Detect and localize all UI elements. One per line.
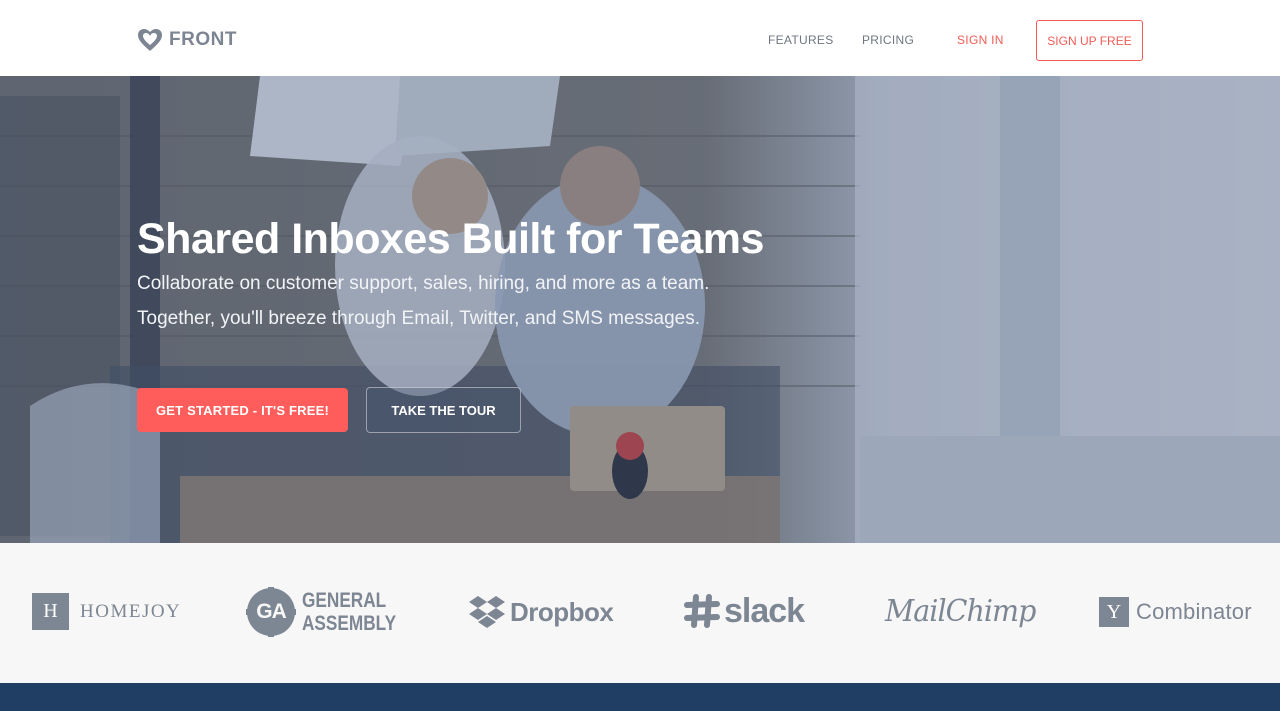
front-logo[interactable]: FRONT xyxy=(137,28,237,52)
signup-button[interactable]: SIGN UP FREE xyxy=(1036,20,1143,61)
top-navbar: FRONT FEATURES PRICING SIGN IN SIGN UP F… xyxy=(0,0,1280,76)
general-assembly-logo: GA GENERAL ASSEMBLY xyxy=(246,587,417,637)
get-started-button[interactable]: GET STARTED - IT'S FREE! xyxy=(137,388,348,432)
homejoy-name: HOMEJOY xyxy=(80,600,182,622)
slack-hash-icon xyxy=(684,594,720,628)
hero-subtitle-line2: Together, you'll breeze through Email, T… xyxy=(137,308,701,329)
ga-gear-icon: GA xyxy=(246,587,296,637)
hero-section: Shared Inboxes Built for Teams Collabora… xyxy=(0,76,1280,543)
ga-wordmark: GENERAL ASSEMBLY xyxy=(302,589,397,635)
hero-subtitle-line1: Collaborate on customer support, sales, … xyxy=(137,273,710,294)
brand-name: FRONT xyxy=(169,29,237,50)
dropbox-icon xyxy=(469,595,505,628)
mailchimp-logo: MailChimp xyxy=(885,591,1043,631)
slack-name: slack xyxy=(724,591,805,630)
next-section-band xyxy=(0,683,1280,711)
homejoy-mark: H xyxy=(32,593,69,630)
homejoy-logo: H HOMEJOY xyxy=(32,593,181,630)
nav-pricing-link[interactable]: PRICING xyxy=(862,33,914,47)
dropbox-name: Dropbox xyxy=(510,596,614,627)
mailchimp-name: MailChimp xyxy=(885,593,1036,629)
ycombinator-name: Combinator xyxy=(1136,599,1252,624)
front-heart-icon xyxy=(138,29,162,51)
slack-logo: slack xyxy=(684,591,805,631)
ycombinator-mark: Y xyxy=(1099,597,1129,627)
hero-headline: Shared Inboxes Built for Teams xyxy=(137,215,764,263)
customer-logos-strip: H HOMEJOY GA GENERAL ASSEMBLY Dropbox sl… xyxy=(0,543,1280,683)
nav-signin-link[interactable]: SIGN IN xyxy=(957,33,1004,47)
dropbox-logo: Dropbox xyxy=(468,594,614,630)
ycombinator-logo: Y Combinator xyxy=(1099,597,1252,627)
nav-features-link[interactable]: FEATURES xyxy=(768,33,834,47)
take-tour-button[interactable]: TAKE THE TOUR xyxy=(366,387,521,433)
